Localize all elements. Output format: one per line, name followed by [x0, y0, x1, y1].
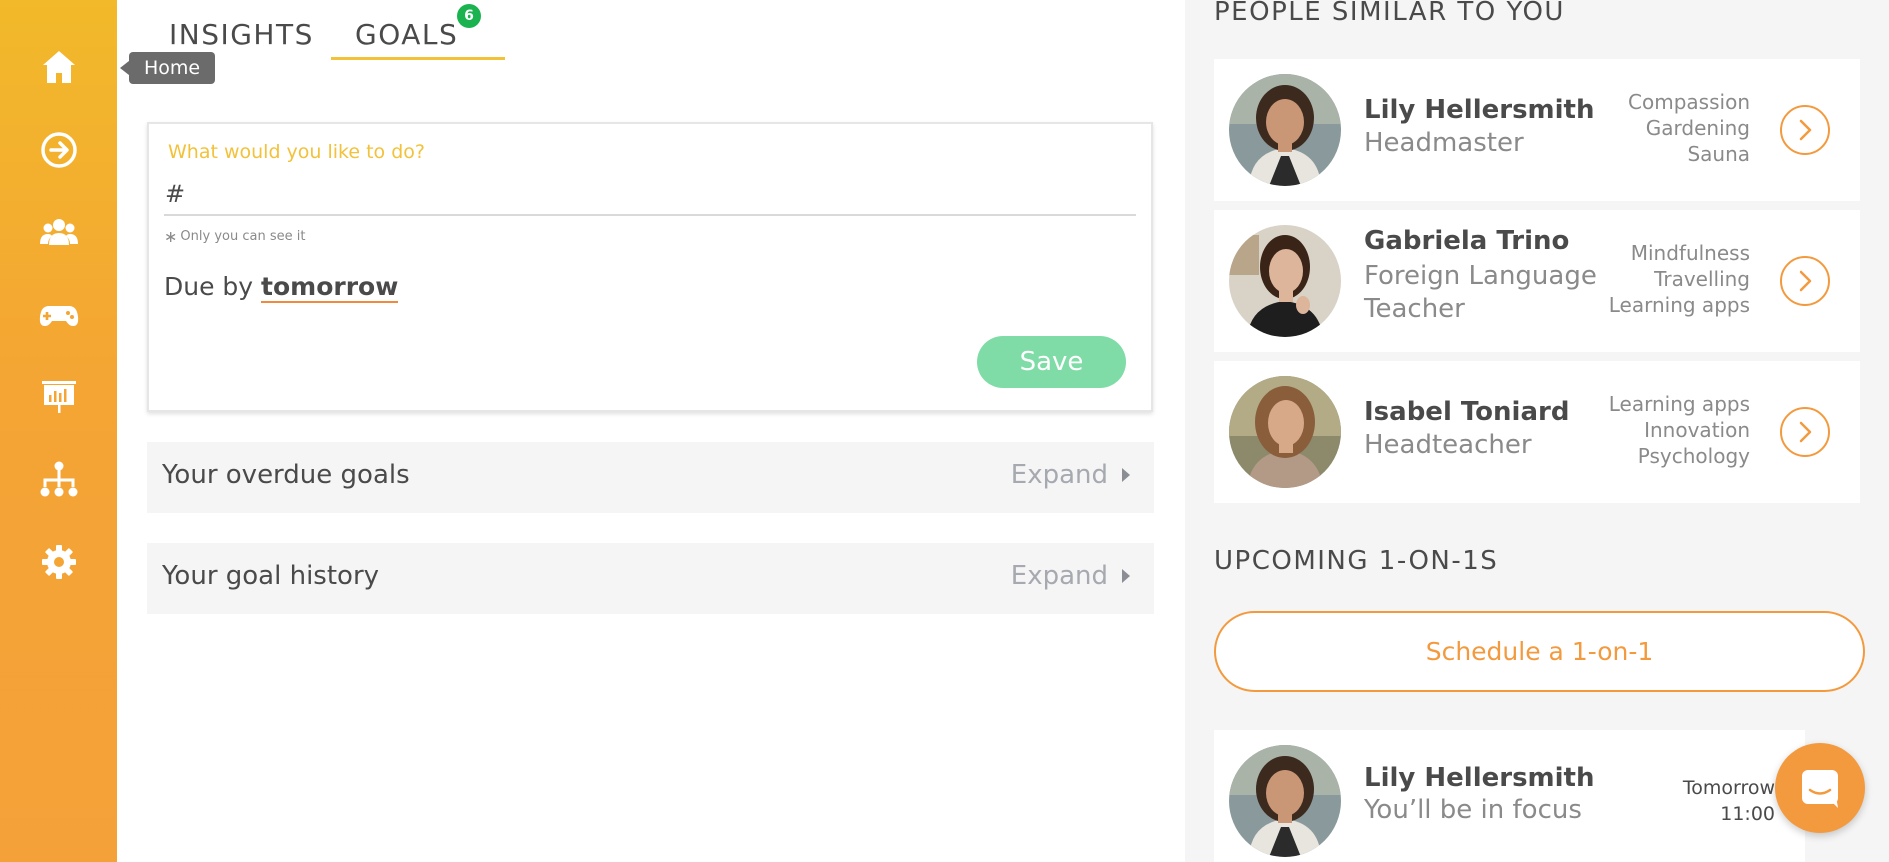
- chevron-right-icon: [1799, 119, 1812, 141]
- chevron-right-icon: [1799, 421, 1812, 443]
- expand-button[interactable]: Expand: [1011, 460, 1130, 490]
- person-tags: Learning apps Innovation Psychology: [1609, 391, 1750, 469]
- person-tags: Mindfulness Travelling Learning apps: [1609, 240, 1750, 318]
- person-name: Isabel Toniard: [1364, 397, 1570, 427]
- home-tooltip: Home: [119, 52, 216, 84]
- avatar: [1229, 376, 1341, 488]
- tag: Learning apps: [1608, 293, 1750, 317]
- person-card[interactable]: Isabel Toniard Headteacher Learning apps…: [1214, 361, 1860, 503]
- view-profile-button[interactable]: [1780, 407, 1830, 457]
- tag: Innovation: [1644, 418, 1750, 442]
- tag: Psychology: [1637, 444, 1750, 468]
- active-tab-indicator: [331, 57, 505, 60]
- goal-input[interactable]: [164, 174, 1136, 216]
- people-icon[interactable]: [38, 211, 80, 253]
- person-name: Lily Hellersmith: [1364, 95, 1595, 125]
- expand-label: Expand: [1010, 460, 1108, 490]
- due-prefix: Due by: [164, 272, 254, 301]
- goals-count-badge: 6: [457, 4, 481, 28]
- meeting-time: Tomorrow 11:00: [1683, 775, 1775, 827]
- chat-launcher-button[interactable]: [1775, 743, 1865, 833]
- expand-label: Expand: [1010, 561, 1108, 591]
- arrow-circle-icon[interactable]: [38, 129, 80, 171]
- person-role: Foreign Language Teacher: [1364, 261, 1597, 324]
- home-icon[interactable]: [38, 46, 80, 88]
- goal-input-label: What would you like to do?: [168, 141, 425, 163]
- tag: Compassion: [1628, 90, 1750, 114]
- privacy-note: ∗ Only you can see it: [164, 227, 305, 246]
- tag: Mindfulness: [1630, 241, 1750, 265]
- sidebar: [0, 0, 117, 862]
- tab-insights[interactable]: INSIGHTS: [169, 18, 314, 51]
- save-button[interactable]: Save: [977, 336, 1126, 388]
- due-date-row: Due by tomorrow: [164, 272, 399, 303]
- meeting-hour: 11:00: [1720, 803, 1775, 825]
- view-profile-button[interactable]: [1780, 256, 1830, 306]
- person-role: Headteacher: [1364, 430, 1532, 460]
- chat-icon: [1802, 770, 1838, 808]
- upcoming-title: UPCOMING 1-ON-1S: [1214, 546, 1499, 576]
- tag: Learning apps: [1608, 392, 1750, 416]
- meeting-subtitle: You’ll be in focus: [1364, 795, 1582, 825]
- org-chart-icon[interactable]: [38, 458, 80, 500]
- tag: Travelling: [1654, 267, 1750, 291]
- person-name: Gabriela Trino: [1364, 226, 1570, 256]
- goal-history-panel[interactable]: Your goal history Expand: [147, 543, 1154, 614]
- schedule-1on1-button[interactable]: Schedule a 1-on-1: [1214, 611, 1865, 692]
- caret-right-icon: [1122, 569, 1130, 583]
- meeting-day: Tomorrow: [1682, 777, 1775, 799]
- gear-icon[interactable]: [38, 541, 80, 583]
- gamepad-icon[interactable]: [38, 294, 80, 336]
- meeting-card[interactable]: Lily Hellersmith You’ll be in focus Tomo…: [1214, 730, 1805, 862]
- tag: Gardening: [1645, 116, 1750, 140]
- avatar: [1229, 745, 1341, 857]
- avatar: [1229, 74, 1341, 186]
- caret-right-icon: [1122, 468, 1130, 482]
- person-card[interactable]: Lily Hellersmith Headmaster Compassion G…: [1214, 59, 1860, 201]
- tag: Sauna: [1687, 142, 1750, 166]
- expand-button[interactable]: Expand: [1011, 561, 1130, 591]
- right-panel: PEOPLE SIMILAR TO YOU Lily Hellersmith H…: [1185, 0, 1889, 862]
- overdue-goals-panel[interactable]: Your overdue goals Expand: [147, 442, 1154, 513]
- view-profile-button[interactable]: [1780, 105, 1830, 155]
- asterisk-icon: ∗: [164, 227, 178, 246]
- panel-title: Your goal history: [162, 561, 380, 591]
- new-goal-form: What would you like to do? ∗ Only you ca…: [147, 122, 1153, 412]
- similar-people-title: PEOPLE SIMILAR TO YOU: [1214, 0, 1565, 27]
- tab-goals[interactable]: GOALS: [355, 18, 458, 51]
- privacy-note-text: Only you can see it: [180, 229, 306, 244]
- presentation-icon[interactable]: [38, 375, 80, 417]
- due-date-link[interactable]: tomorrow: [261, 272, 399, 303]
- person-card[interactable]: Gabriela Trino Foreign Language Teacher …: [1214, 210, 1860, 352]
- chevron-right-icon: [1799, 270, 1812, 292]
- avatar: [1229, 225, 1341, 337]
- meeting-person-name: Lily Hellersmith: [1364, 763, 1595, 793]
- panel-title: Your overdue goals: [162, 460, 410, 490]
- person-tags: Compassion Gardening Sauna: [1628, 89, 1750, 167]
- person-role: Headmaster: [1364, 128, 1524, 158]
